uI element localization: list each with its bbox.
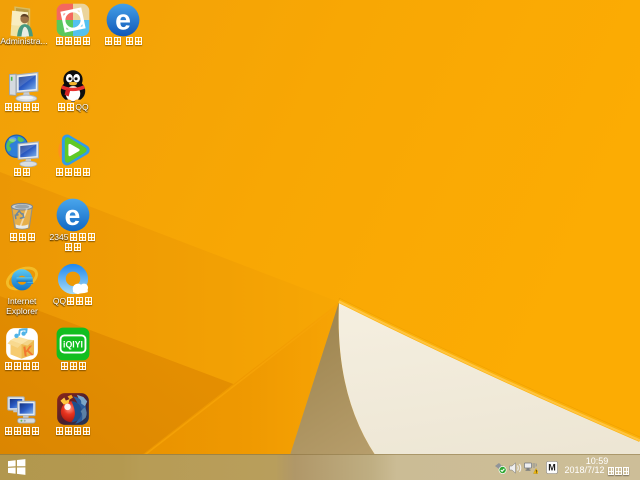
svg-text:iQIYI: iQIYI [63,340,83,350]
svg-text:e: e [65,200,81,232]
svg-text:e: e [115,5,131,37]
svg-text:M: M [548,463,556,473]
